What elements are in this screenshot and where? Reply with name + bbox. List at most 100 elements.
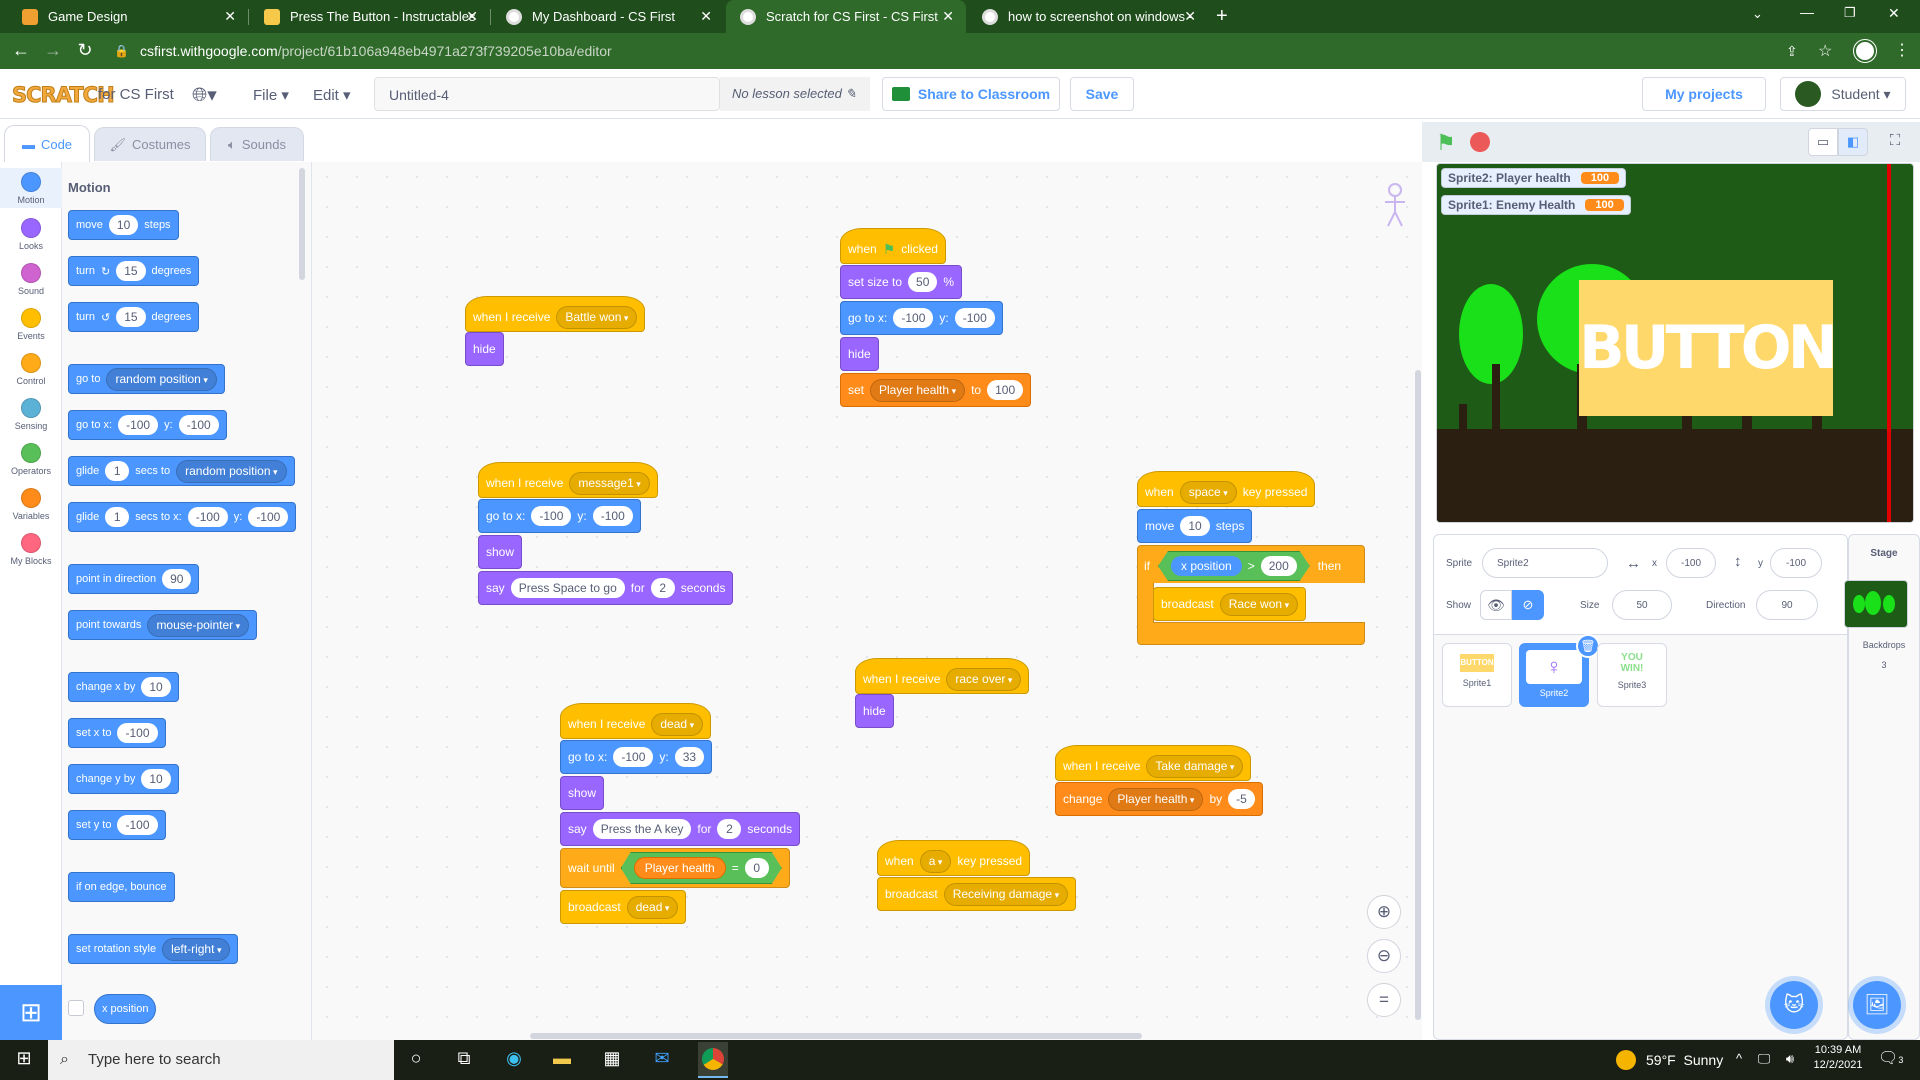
- block-input[interactable]: 33: [674, 747, 705, 767]
- browser-tab[interactable]: Press The Button - Instructables ✕: [250, 0, 490, 33]
- block-input[interactable]: 100: [987, 380, 1024, 400]
- looks-show-block[interactable]: show: [478, 535, 523, 569]
- palette-block-turn-right[interactable]: turn ↻ 15 degrees: [68, 256, 200, 286]
- block-input[interactable]: 0: [745, 858, 769, 878]
- forward-icon[interactable]: →: [42, 40, 64, 61]
- category-operators[interactable]: Operators: [0, 439, 62, 479]
- browser-tab[interactable]: how to screenshot on windows - ✕: [968, 0, 1208, 33]
- palette-block-bounce[interactable]: if on edge, bounce: [68, 872, 175, 902]
- palette-block-move[interactable]: move 10 steps: [68, 210, 179, 240]
- block-dropdown[interactable]: Player health: [1108, 787, 1204, 811]
- block-input[interactable]: 2: [650, 578, 675, 598]
- block-input[interactable]: 200: [1261, 556, 1297, 576]
- palette-block-glide-xy[interactable]: glide 1 secs to x: -100 y: -100: [68, 502, 297, 532]
- category-sound[interactable]: Sound: [0, 259, 62, 299]
- workspace-h-scrollbar[interactable]: [530, 1033, 1142, 1039]
- motion-go-to-xy-block[interactable]: go to x: -100 y: -100: [478, 499, 641, 533]
- block-dropdown[interactable]: Receiving damage: [943, 882, 1069, 906]
- block-input[interactable]: -100: [117, 815, 158, 835]
- category-events[interactable]: Events: [0, 304, 62, 344]
- block-input[interactable]: 90: [162, 569, 192, 589]
- chevron-down-icon[interactable]: ⌄: [1752, 6, 1763, 22]
- share-icon[interactable]: ⇪: [1786, 43, 1798, 60]
- block-dropdown[interactable]: left-right: [162, 937, 231, 961]
- control-wait-until-block[interactable]: wait until Player health = 0: [560, 848, 790, 888]
- category-motion[interactable]: Motion: [0, 168, 62, 208]
- my-projects-button[interactable]: My projects: [1642, 77, 1766, 111]
- stop-icon[interactable]: [1470, 132, 1490, 152]
- reload-icon[interactable]: ↻: [74, 40, 96, 61]
- palette-block-go-to-xy[interactable]: go to x: -100 y: -100: [68, 410, 227, 440]
- mail-icon[interactable]: ✉: [650, 1048, 674, 1072]
- browser-tab[interactable]: Game Design ✕: [8, 0, 248, 33]
- block-input[interactable]: -100: [592, 506, 633, 526]
- block-input[interactable]: -5: [1228, 789, 1255, 809]
- operator-greater-than-block[interactable]: x position > 200: [1158, 551, 1310, 581]
- add-extension-button[interactable]: ⊞: [0, 985, 62, 1040]
- stage-thumbnail[interactable]: [1844, 580, 1908, 628]
- sprite-name-input[interactable]: Sprite2: [1482, 548, 1608, 578]
- event-broadcast-block[interactable]: broadcast Receiving damage: [877, 877, 1077, 911]
- large-stage-icon[interactable]: ◧: [1838, 128, 1868, 156]
- event-when-receive-block[interactable]: when I receive dead: [560, 703, 712, 739]
- new-tab-icon[interactable]: +: [1216, 5, 1228, 28]
- event-broadcast-block[interactable]: broadcast dead: [560, 890, 687, 924]
- looks-set-size-block[interactable]: set size to 50%: [840, 265, 963, 299]
- profile-avatar[interactable]: [1853, 39, 1877, 63]
- palette-block-set-x[interactable]: set x to -100: [68, 718, 166, 748]
- looks-say-for-block[interactable]: say Press the A key for 2 seconds: [560, 812, 801, 846]
- x-input[interactable]: -100: [1666, 548, 1716, 578]
- looks-hide-block[interactable]: hide: [465, 332, 504, 366]
- player-health-reporter[interactable]: Player health: [634, 857, 726, 879]
- tab-code[interactable]: ▬ Code: [4, 125, 90, 163]
- back-icon[interactable]: ←: [10, 40, 32, 61]
- browser-tab-active[interactable]: Scratch for CS First - CS First ✕: [726, 0, 966, 33]
- palette-block-rotation-style[interactable]: set rotation style left-right: [68, 934, 239, 964]
- event-when-receive-block[interactable]: when I receive Battle won: [465, 296, 646, 332]
- category-my-blocks[interactable]: My Blocks: [0, 529, 62, 569]
- block-dropdown[interactable]: message1: [569, 471, 650, 495]
- block-input[interactable]: 10: [1180, 516, 1210, 536]
- tab-sounds[interactable]: 🔈︎ Sounds: [210, 127, 304, 161]
- block-input[interactable]: -100: [954, 308, 995, 328]
- clock[interactable]: 10:39 AM 12/2/2021: [1808, 1044, 1868, 1071]
- restore-icon[interactable]: ❐: [1844, 5, 1856, 21]
- block-input[interactable]: 10: [108, 215, 139, 235]
- motion-move-block[interactable]: move 10 steps: [1137, 509, 1253, 543]
- palette-block-set-y[interactable]: set y to -100: [68, 810, 166, 840]
- taskbar-search[interactable]: ⌕ Type here to search: [48, 1040, 394, 1080]
- direction-input[interactable]: 90: [1756, 590, 1818, 620]
- lesson-selector[interactable]: No lesson selected ✎: [720, 77, 870, 111]
- workspace-v-scrollbar[interactable]: [1415, 370, 1421, 1020]
- event-when-receive-block[interactable]: when I receive message1: [478, 462, 658, 498]
- palette-block-change-y[interactable]: change y by 10: [68, 764, 179, 794]
- hide-invisible-icon[interactable]: ⊘: [1512, 590, 1544, 620]
- sprite-thumb-sprite2[interactable]: ♀ Sprite2 🗑︎: [1519, 634, 1600, 707]
- file-menu[interactable]: File ▾: [253, 86, 289, 104]
- minimize-icon[interactable]: —: [1800, 4, 1814, 20]
- motion-go-to-xy-block[interactable]: go to x: -100 y: 33: [560, 740, 713, 774]
- palette-block-point-direction[interactable]: point in direction 90: [68, 564, 200, 594]
- block-input[interactable]: 15: [116, 307, 146, 327]
- share-to-classroom-button[interactable]: Share to Classroom: [882, 77, 1060, 111]
- close-icon[interactable]: ✕: [700, 8, 712, 25]
- zoom-out-button[interactable]: ⊖: [1367, 939, 1401, 973]
- palette-block-turn-left[interactable]: turn ↺ 15 degrees: [68, 302, 200, 332]
- green-flag-icon[interactable]: ⚑: [1436, 130, 1456, 156]
- block-input[interactable]: 15: [116, 261, 146, 281]
- looks-hide-block[interactable]: hide: [840, 337, 879, 371]
- url-field[interactable]: 🔒 csfirst.withgoogle.com/project/61b106a…: [108, 39, 1768, 63]
- event-when-receive-block[interactable]: when I receive Take damage: [1055, 745, 1252, 781]
- task-view-icon[interactable]: ⧉: [452, 1048, 476, 1072]
- windows-start-icon[interactable]: ⊞: [12, 1048, 36, 1072]
- file-explorer-icon[interactable]: ▬: [550, 1048, 574, 1072]
- block-input[interactable]: 2: [717, 819, 742, 839]
- variable-monitor[interactable]: Sprite1: Enemy Health 100: [1441, 195, 1631, 215]
- palette-block-point-towards[interactable]: point towards mouse-pointer: [68, 610, 258, 640]
- block-dropdown[interactable]: dead: [626, 895, 679, 919]
- category-looks[interactable]: Looks: [0, 214, 62, 254]
- block-dropdown[interactable]: random position: [106, 367, 217, 391]
- weather-readout[interactable]: 59°F Sunny: [1646, 1052, 1723, 1068]
- user-menu[interactable]: Student ▾: [1780, 77, 1906, 111]
- block-dropdown[interactable]: race over: [946, 667, 1022, 691]
